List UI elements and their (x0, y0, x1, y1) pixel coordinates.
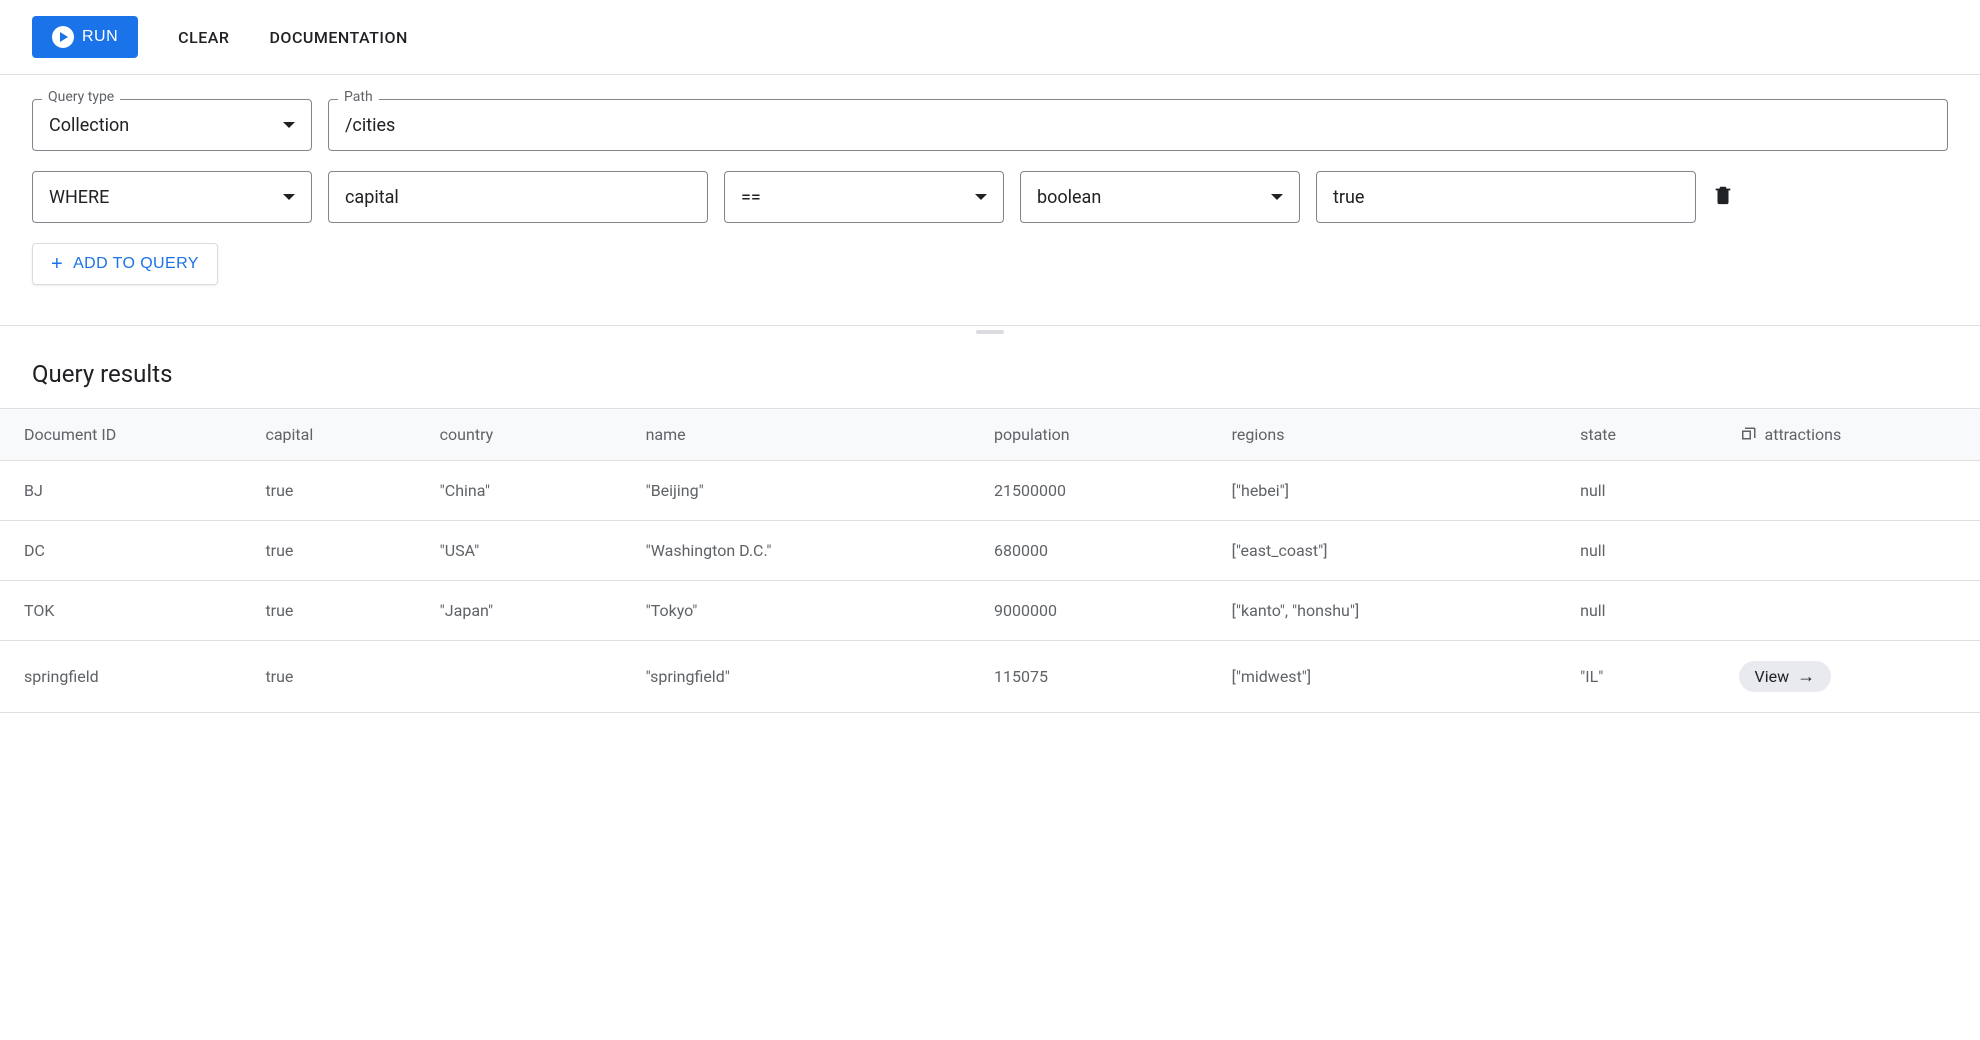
cell-capital: true (253, 521, 427, 581)
toolbar: RUN CLEAR DOCUMENTATION (0, 0, 1980, 75)
results-title: Query results (0, 348, 1980, 408)
add-to-query-button[interactable]: + ADD TO QUERY (32, 243, 218, 285)
cell-docid: TOK (0, 581, 253, 641)
handle-bar-icon (976, 330, 1004, 334)
cell-population: 9000000 (982, 581, 1220, 641)
cell-state: "IL" (1568, 641, 1726, 713)
clause-keyword-select[interactable]: WHERE (32, 171, 312, 223)
clause-value-input[interactable]: true (1316, 171, 1696, 223)
cell-attractions (1727, 461, 1980, 521)
results-section: Query results Document ID capital countr… (0, 338, 1980, 713)
chevron-down-icon (283, 194, 295, 200)
column-header-name[interactable]: name (634, 409, 982, 461)
column-header-state[interactable]: state (1568, 409, 1726, 461)
view-attractions-chip[interactable]: View → (1739, 661, 1832, 692)
clear-button[interactable]: CLEAR (178, 28, 229, 47)
add-to-query-label: ADD TO QUERY (73, 255, 199, 273)
cell-docid: BJ (0, 461, 253, 521)
plus-icon: + (51, 254, 63, 274)
column-header-capital[interactable]: capital (253, 409, 427, 461)
table-row[interactable]: BJ true "China" "Beijing" 21500000 ["heb… (0, 461, 1980, 521)
cell-capital: true (253, 461, 427, 521)
clause-type-value: boolean (1037, 187, 1101, 208)
cell-attractions (1727, 581, 1980, 641)
table-row[interactable]: springfield true "springfield" 115075 ["… (0, 641, 1980, 713)
run-button[interactable]: RUN (32, 16, 138, 58)
column-header-country[interactable]: country (428, 409, 634, 461)
clause-type-select[interactable]: boolean (1020, 171, 1300, 223)
cell-state: null (1568, 521, 1726, 581)
column-header-attractions-label: attractions (1765, 425, 1842, 444)
chevron-down-icon (283, 122, 295, 128)
column-header-population[interactable]: population (982, 409, 1220, 461)
clause-operator-value: == (741, 187, 761, 208)
view-chip-label: View (1755, 667, 1790, 686)
query-type-select[interactable]: Query type Collection (32, 99, 312, 151)
delete-clause-button[interactable] (1712, 184, 1732, 210)
path-value: /cities (345, 115, 395, 136)
clause-value: true (1333, 187, 1364, 208)
run-label: RUN (82, 28, 118, 46)
cell-country: "USA" (428, 521, 634, 581)
cell-state: null (1568, 461, 1726, 521)
table-header-row: Document ID capital country name populat… (0, 409, 1980, 461)
clause-operator-select[interactable]: == (724, 171, 1004, 223)
cell-name: "Washington D.C." (634, 521, 982, 581)
results-table: Document ID capital country name populat… (0, 408, 1980, 713)
trash-icon (1712, 184, 1734, 206)
query-type-value: Collection (49, 115, 129, 136)
arrow-right-icon: → (1797, 668, 1815, 686)
cell-name: "Tokyo" (634, 581, 982, 641)
cell-name: "springfield" (634, 641, 982, 713)
chevron-down-icon (1271, 194, 1283, 200)
table-row[interactable]: DC true "USA" "Washington D.C." 680000 [… (0, 521, 1980, 581)
column-header-attractions[interactable]: attractions (1727, 409, 1980, 461)
cell-population: 680000 (982, 521, 1220, 581)
collection-icon (1739, 426, 1757, 444)
chevron-down-icon (975, 194, 987, 200)
clause-field-value: capital (345, 187, 399, 208)
play-icon (52, 26, 74, 48)
cell-attractions: View → (1727, 641, 1980, 713)
cell-regions: ["hebei"] (1220, 461, 1568, 521)
cell-regions: ["kanto", "honshu"] (1220, 581, 1568, 641)
clause-field-input[interactable]: capital (328, 171, 708, 223)
cell-country (428, 641, 634, 713)
cell-country: "Japan" (428, 581, 634, 641)
column-header-regions[interactable]: regions (1220, 409, 1568, 461)
cell-state: null (1568, 581, 1726, 641)
cell-capital: true (253, 641, 427, 713)
clause-keyword-value: WHERE (49, 187, 109, 208)
column-header-docid[interactable]: Document ID (0, 409, 253, 461)
table-row[interactable]: TOK true "Japan" "Tokyo" 9000000 ["kanto… (0, 581, 1980, 641)
panel-resize-handle[interactable] (0, 326, 1980, 338)
cell-docid: DC (0, 521, 253, 581)
cell-docid: springfield (0, 641, 253, 713)
cell-capital: true (253, 581, 427, 641)
cell-population: 21500000 (982, 461, 1220, 521)
query-builder: Query type Collection Path /cities WHERE… (0, 75, 1980, 326)
documentation-link[interactable]: DOCUMENTATION (269, 28, 407, 47)
query-type-label: Query type (42, 89, 120, 105)
cell-name: "Beijing" (634, 461, 982, 521)
cell-regions: ["midwest"] (1220, 641, 1568, 713)
cell-population: 115075 (982, 641, 1220, 713)
cell-country: "China" (428, 461, 634, 521)
cell-attractions (1727, 521, 1980, 581)
cell-regions: ["east_coast"] (1220, 521, 1568, 581)
path-label: Path (338, 89, 379, 105)
path-input[interactable]: Path /cities (328, 99, 1948, 151)
